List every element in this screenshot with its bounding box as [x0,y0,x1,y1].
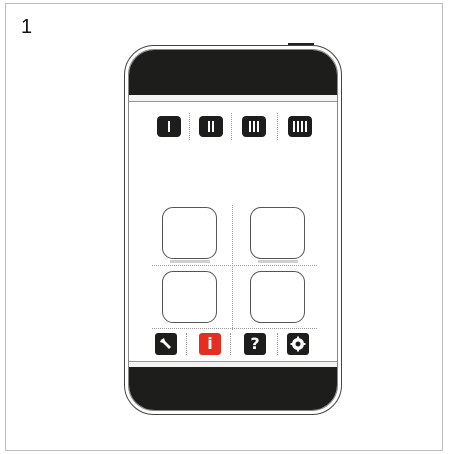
bar-icon [301,121,303,132]
bar-icon [305,121,307,132]
mode-1-button[interactable] [157,116,181,137]
top-bezel [129,50,337,95]
separator [189,113,190,140]
info-icon: i [207,334,213,353]
help-button[interactable]: ? [244,333,266,355]
mode-2-button[interactable] [199,116,223,137]
bar-icon [293,121,295,132]
grid-divider-horizontal [152,265,317,266]
bottom-bezel [129,367,337,410]
step-number: 1 [21,16,33,38]
bar-icon [253,121,255,132]
bar-icon [208,121,210,132]
tile-shadow [170,260,210,263]
side-button [288,43,314,45]
gear-icon [290,336,306,352]
bar-icon [168,121,170,132]
separator [230,333,231,355]
bar-icon [297,121,299,132]
tile-shadow [258,260,298,263]
separator [231,113,232,140]
separator [277,113,278,140]
tile-bottom-left[interactable] [162,271,217,323]
question-icon: ? [250,334,260,353]
tile-top-left[interactable] [162,207,217,259]
tile-top-right[interactable] [250,207,305,259]
tools-button[interactable] [155,333,177,355]
info-button[interactable]: i [199,333,221,355]
grid-divider-vertical [232,205,233,330]
separator [277,333,278,355]
phone-screen [128,49,338,411]
toolbar-divider [152,328,317,329]
bar-icon [257,121,259,132]
mode-3-button[interactable] [242,116,266,137]
bar-icon [212,121,214,132]
tile-bottom-right[interactable] [250,271,305,323]
wrench-icon [160,338,171,349]
separator [186,333,187,355]
top-divider [129,95,337,102]
mode-4-button[interactable] [288,116,312,137]
bar-icon [249,121,251,132]
settings-button[interactable] [287,333,309,355]
